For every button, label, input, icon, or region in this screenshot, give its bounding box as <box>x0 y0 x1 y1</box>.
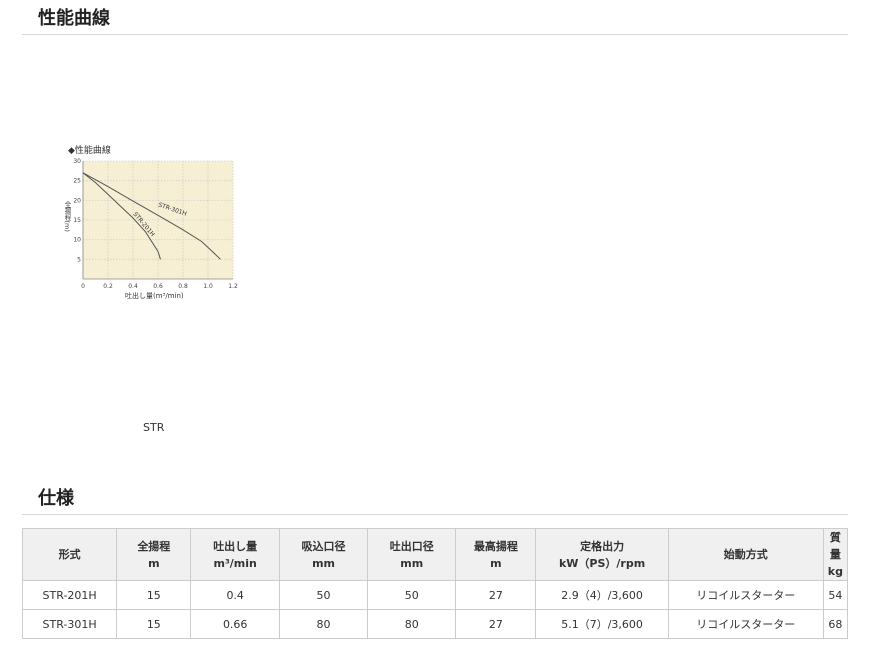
table-cell-total-head: 15 <box>116 609 192 639</box>
y-tick-label: 20 <box>73 197 81 204</box>
table-cell-discharge: 0.4 <box>190 580 280 610</box>
y-tick-label: 25 <box>73 178 81 185</box>
chart-title: ◆性能曲線 <box>68 144 111 156</box>
header-discharge-bore: 吐出口径 mm <box>367 528 457 581</box>
x-tick-label: 0.2 <box>103 283 113 290</box>
x-tick-label: 0 <box>81 283 85 290</box>
table-cell-total-head: 15 <box>116 580 192 610</box>
table-header-row: 形式 全揚程 m 吐出し量 m³/min 吸込口径 mm 吐出口径 mm 最高揚程 m 定… <box>21 528 849 581</box>
performance-chart-svg: ◆性能曲線 0 0.2 0.4 0.6 0.8 1.0 1.2 5 10 15 20 25 30 吐出し量(… <box>63 144 238 300</box>
header-mass-unit: kg <box>827 565 843 578</box>
performance-chart: ◆性能曲線 0 0.2 0.4 0.6 0.8 1.0 1.2 5 10 15 20 25 30 吐出し量(… <box>63 143 253 308</box>
header-discharge-bore-unit: mm <box>400 556 424 570</box>
header-discharge: 吐出し量 m³/min <box>190 528 280 581</box>
header-max-head-unit: m <box>490 556 502 570</box>
table-row: STR-201H 15 0.4 50 50 27 2.9（4）/3,600 リコ… <box>21 580 849 610</box>
x-tick-label: 0.8 <box>178 283 188 290</box>
y-tick-label: 30 <box>73 158 81 165</box>
x-axis-label: 吐出し量(m³/min) <box>125 291 184 300</box>
spec-table: 形式 全揚程 m 吐出し量 m³/min 吸込口径 mm 吐出口径 mm 最高揚程 m 定… <box>21 528 849 639</box>
table-cell-start-method: リコイルスターター <box>667 609 824 639</box>
y-axis-label: 全揚程(m) <box>63 200 71 232</box>
header-suction-bore: 吸込口径 mm <box>278 528 369 581</box>
y-tick-label: 15 <box>73 217 81 224</box>
page: 性能曲線 ◆性能曲線 0 0.2 0.4 0.6 0.8 1.0 1.2 5 10 15 20 25 30… <box>0 0 874 648</box>
header-total-head-label: 全揚程 <box>137 539 171 553</box>
table-cell-suction-bore: 50 <box>278 580 369 610</box>
header-discharge-bore-label: 吐出口径 <box>389 539 434 553</box>
header-suction-bore-unit: mm <box>312 556 335 570</box>
table-cell-max-head: 27 <box>455 580 537 610</box>
table-cell-discharge-bore: 80 <box>367 609 457 639</box>
header-start-method: 始動方式 <box>667 528 824 581</box>
header-start-method-label: 始動方式 <box>723 548 768 561</box>
header-rated-output: 定格出力 kW（PS）/rpm <box>535 528 669 581</box>
x-tick-label: 1.2 <box>228 283 238 290</box>
y-tick-label: 10 <box>73 237 81 244</box>
header-total-head: 全揚程 m <box>116 528 192 581</box>
table-cell-max-head: 27 <box>455 609 537 639</box>
header-max-head-label: 最高揚程 <box>473 539 518 553</box>
table-cell-rated-output: 2.9（4）/3,600 <box>535 580 669 610</box>
header-discharge-label: 吐出し量 <box>213 539 258 553</box>
header-total-head-unit: m <box>148 556 160 570</box>
table-cell-mass: 54 <box>822 580 849 610</box>
header-max-head: 最高揚程 m <box>455 528 537 581</box>
x-tick-label: 0.4 <box>128 283 138 290</box>
header-mass-label: 質量 <box>829 531 841 561</box>
table-cell-model: STR-201H <box>21 580 118 610</box>
performance-curve-heading: 性能曲線 <box>22 8 848 35</box>
table-cell-discharge-bore: 50 <box>367 580 457 610</box>
x-tick-label: 0.6 <box>153 283 163 290</box>
header-discharge-unit: m³/min <box>213 556 257 570</box>
table-cell-suction-bore: 80 <box>278 609 369 639</box>
table-row: STR-301H 15 0.66 80 80 27 5.1（7）/3,600 リ… <box>21 609 849 639</box>
table-cell-model: STR-301H <box>21 609 118 639</box>
chart-caption: STR <box>143 421 165 434</box>
table-cell-discharge: 0.66 <box>190 609 280 639</box>
header-model: 形式 <box>21 528 118 581</box>
header-rated-output-unit: kW（PS）/rpm <box>558 556 646 570</box>
table-cell-rated-output: 5.1（7）/3,600 <box>535 609 669 639</box>
header-rated-output-label: 定格出力 <box>580 539 625 553</box>
header-suction-bore-label: 吸込口径 <box>301 539 346 553</box>
x-tick-label: 1.0 <box>203 283 213 290</box>
table-cell-mass: 68 <box>822 609 849 639</box>
header-mass: 質量 kg <box>822 528 849 581</box>
header-model-label: 形式 <box>58 548 81 561</box>
table-cell-start-method: リコイルスターター <box>667 580 824 610</box>
y-tick-label: 5 <box>77 256 81 263</box>
spec-heading: 仕様 <box>22 488 848 515</box>
